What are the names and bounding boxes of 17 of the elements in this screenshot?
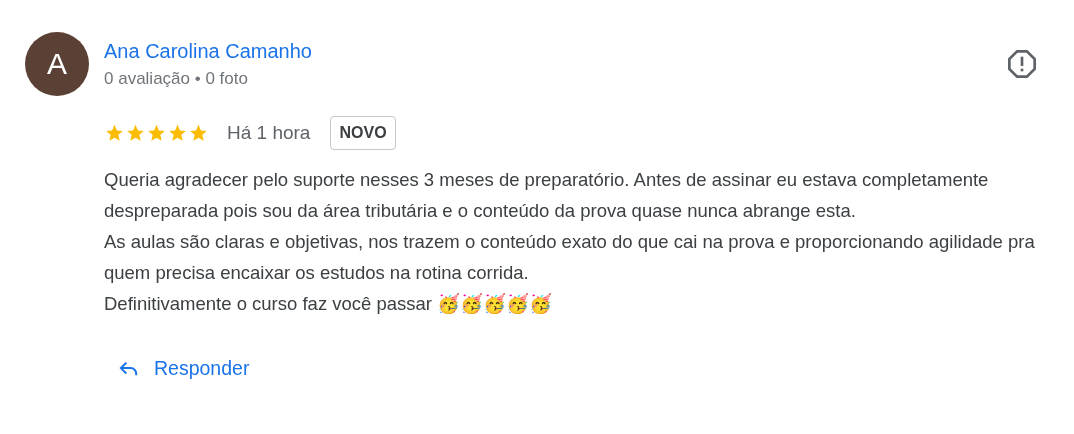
review-time: Há 1 hora: [227, 122, 311, 144]
star-icon: [167, 123, 188, 143]
report-button[interactable]: [1006, 48, 1038, 80]
review-text: As aulas são claras e objetivas, nos trazem o conteúdo exato do que cai na prova e proporcionando agilidade pra quem precisa encaixar os estudos na rotina corrida.: [104, 230, 1036, 285]
star-icon: [104, 123, 125, 143]
review-text: Definitivamente o curso faz você passar 🥳🥳🥳🥳🥳: [104, 292, 554, 316]
star-icon: [125, 123, 146, 143]
reply-arrow-icon: [118, 359, 140, 378]
review-text: Queria agradecer pelo suporte nesses 3 meses de preparatório. Antes de assinar eu estava completamente despreparada pois sou da área tributária e o conteúdo da prova quase nunca abrange esta.: [104, 168, 990, 223]
author-name-link[interactable]: Ana Carolina Camanho: [104, 39, 312, 63]
reply-button[interactable]: Responder: [118, 353, 250, 384]
avatar: A: [25, 32, 89, 96]
star-icon: [188, 123, 209, 143]
new-badge: NOVO: [330, 116, 396, 150]
star-icon: [146, 123, 167, 143]
author-meta: 0 avaliação • 0 foto: [104, 68, 249, 89]
warning-octagon-icon: [1006, 48, 1038, 80]
